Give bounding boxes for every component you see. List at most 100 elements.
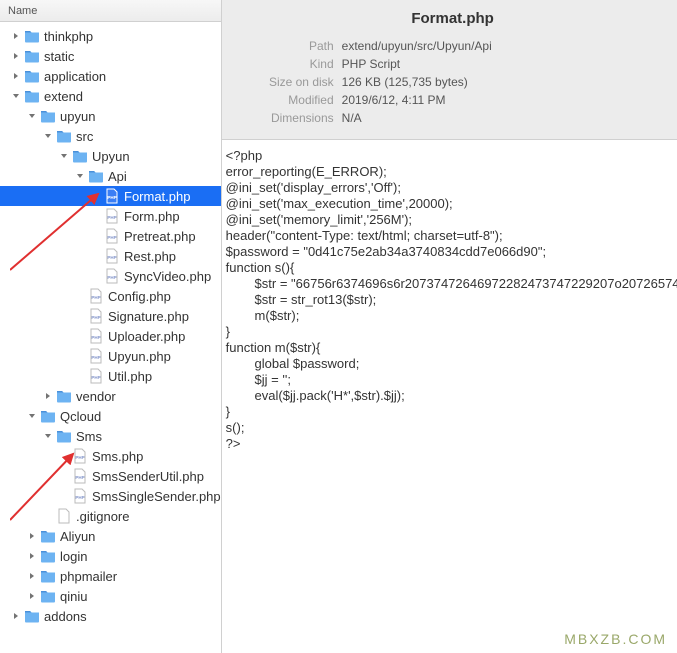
svg-text:PHP: PHP	[107, 275, 116, 280]
tree-item[interactable]: PHPPretreat.php	[0, 226, 221, 246]
php-file-icon: PHP	[88, 368, 104, 384]
info-key: Path	[242, 37, 342, 55]
chevron-right-icon[interactable]	[10, 50, 22, 62]
tree-item-label: Format.php	[124, 189, 190, 204]
tree-item[interactable]: PHPRest.php	[0, 246, 221, 266]
folder-icon	[72, 148, 88, 164]
file-info-panel: Format.php Pathextend/upyun/src/Upyun/Ap…	[222, 0, 677, 140]
folder-icon	[40, 528, 56, 544]
tree-item[interactable]: Aliyun	[0, 526, 221, 546]
folder-icon	[88, 168, 104, 184]
tree-item[interactable]: upyun	[0, 106, 221, 126]
info-key: Size on disk	[242, 73, 342, 91]
tree-item-label: thinkphp	[44, 29, 93, 44]
tree-item[interactable]: PHPConfig.php	[0, 286, 221, 306]
tree-item-label: addons	[44, 609, 87, 624]
tree-item[interactable]: PHPSmsSingleSender.php	[0, 486, 221, 506]
tree-item[interactable]: application	[0, 66, 221, 86]
tree-item[interactable]: login	[0, 546, 221, 566]
folder-icon	[40, 408, 56, 424]
tree-item[interactable]: PHP Util.php	[0, 366, 221, 386]
folder-icon	[56, 128, 72, 144]
folder-icon	[24, 88, 40, 104]
tree-item[interactable]: Upyun	[0, 146, 221, 166]
chevron-right-icon[interactable]	[10, 30, 22, 42]
svg-text:PHP: PHP	[91, 375, 100, 380]
tree-item-label: qiniu	[60, 589, 87, 604]
folder-icon	[24, 68, 40, 84]
file-tree-sidebar: Name thinkphp staticapplication extend upyu…	[0, 0, 222, 653]
tree-item-label: Form.php	[124, 209, 180, 224]
file-info-title: Format.php	[242, 10, 664, 27]
folder-icon	[40, 108, 56, 124]
chevron-right-icon[interactable]	[26, 550, 38, 562]
tree-item[interactable]: vendor	[0, 386, 221, 406]
tree-item-label: phpmailer	[60, 569, 117, 584]
watermark: MBXZB.COM	[564, 631, 667, 647]
tree-item[interactable]: static	[0, 46, 221, 66]
column-header-name[interactable]: Name	[0, 0, 221, 22]
php-file-icon: PHP	[104, 268, 120, 284]
php-file-icon: PHP	[104, 228, 120, 244]
tree-item[interactable]: PHP Form.php	[0, 206, 221, 226]
tree-item-label: extend	[44, 89, 83, 104]
php-file-icon: PHP	[104, 188, 120, 204]
info-value: extend/upyun/src/Upyun/Api	[342, 37, 492, 55]
chevron-down-icon[interactable]	[58, 150, 70, 162]
chevron-down-icon[interactable]	[10, 90, 22, 102]
tree-item-label: Util.php	[108, 369, 152, 384]
chevron-right-icon[interactable]	[10, 610, 22, 622]
chevron-right-icon[interactable]	[10, 70, 22, 82]
chevron-down-icon[interactable]	[74, 170, 86, 182]
info-row: KindPHP Script	[242, 55, 664, 73]
tree-item[interactable]: extend	[0, 86, 221, 106]
svg-text:PHP: PHP	[107, 235, 116, 240]
tree-item[interactable]: PHP Format.php	[0, 186, 221, 206]
tree-item[interactable]: PHPSmsSenderUtil.php	[0, 466, 221, 486]
tree-item-label: Upyun.php	[108, 349, 171, 364]
folder-icon	[24, 48, 40, 64]
chevron-right-icon[interactable]	[42, 390, 54, 402]
tree-item-label: Aliyun	[60, 529, 95, 544]
tree-item[interactable]: PHPSyncVideo.php	[0, 266, 221, 286]
info-key: Kind	[242, 55, 342, 73]
info-row: Modified2019/6/12, 4:11 PM	[242, 91, 664, 109]
tree-item-label: Upyun	[92, 149, 130, 164]
tree-item[interactable]: addons	[0, 606, 221, 626]
tree-item[interactable]: Sms	[0, 426, 221, 446]
tree-item-label: Rest.php	[124, 249, 176, 264]
folder-icon	[56, 428, 72, 444]
tree-item[interactable]: src	[0, 126, 221, 146]
svg-text:PHP: PHP	[75, 495, 84, 500]
tree-item-label: Sms.php	[92, 449, 143, 464]
php-file-icon: PHP	[104, 208, 120, 224]
svg-text:PHP: PHP	[91, 355, 100, 360]
info-row: DimensionsN/A	[242, 109, 664, 127]
info-key: Modified	[242, 91, 342, 109]
chevron-right-icon[interactable]	[26, 530, 38, 542]
tree-item[interactable]: PHPSignature.php	[0, 306, 221, 326]
file-content-preview[interactable]: <?php error_reporting(E_ERROR); @ini_set…	[222, 140, 677, 653]
chevron-down-icon[interactable]	[26, 110, 38, 122]
folder-icon	[56, 388, 72, 404]
chevron-down-icon[interactable]	[42, 130, 54, 142]
tree-item-label: vendor	[76, 389, 116, 404]
tree-item[interactable]: thinkphp	[0, 26, 221, 46]
php-file-icon: PHP	[88, 328, 104, 344]
svg-text:PHP: PHP	[107, 215, 116, 220]
chevron-right-icon[interactable]	[26, 570, 38, 582]
tree-item[interactable]: .gitignore	[0, 506, 221, 526]
chevron-right-icon[interactable]	[26, 590, 38, 602]
tree-item[interactable]: Api	[0, 166, 221, 186]
tree-item[interactable]: Qcloud	[0, 406, 221, 426]
tree-item[interactable]: PHPSms.php	[0, 446, 221, 466]
tree-item[interactable]: PHPUploader.php	[0, 326, 221, 346]
file-tree[interactable]: thinkphp staticapplication extend upyunsrc U…	[0, 22, 221, 653]
chevron-down-icon[interactable]	[26, 410, 38, 422]
tree-item[interactable]: PHP Upyun.php	[0, 346, 221, 366]
tree-item[interactable]: qiniu	[0, 586, 221, 606]
tree-item[interactable]: phpmailer	[0, 566, 221, 586]
chevron-down-icon[interactable]	[42, 430, 54, 442]
php-file-icon: PHP	[72, 488, 88, 504]
info-value: 2019/6/12, 4:11 PM	[342, 91, 446, 109]
